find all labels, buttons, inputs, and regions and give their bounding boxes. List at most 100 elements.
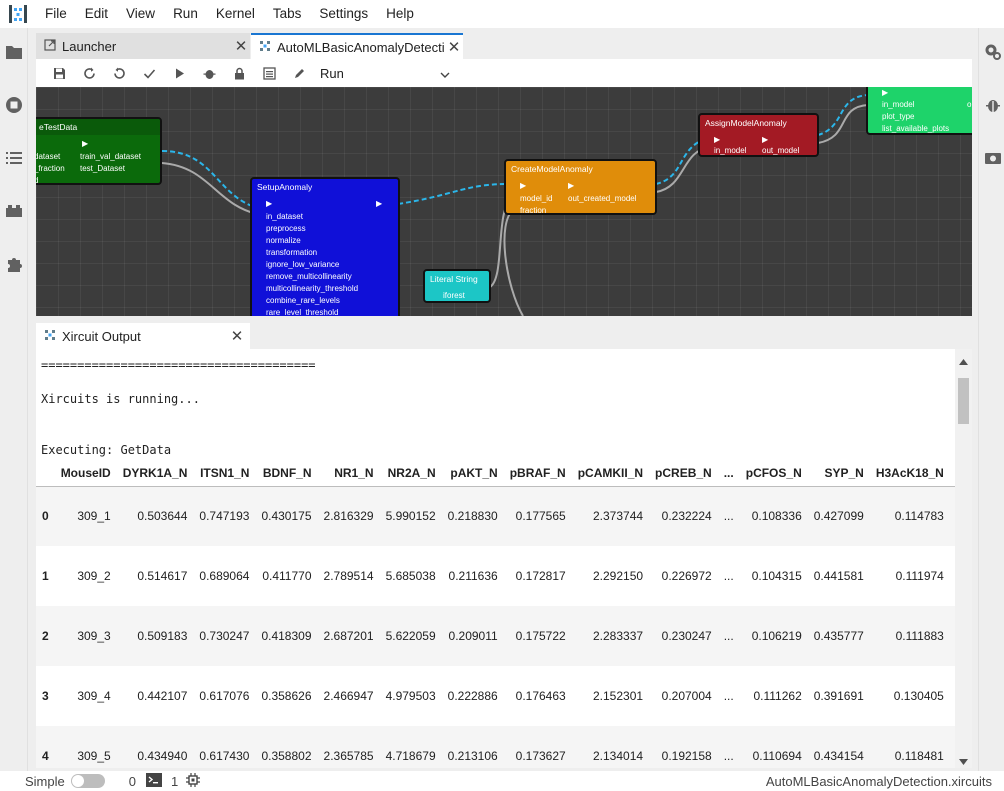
table-row: 2 309_3 0.509183 0.730247 0.418309 2.687… — [36, 606, 972, 666]
table-cell: 0.617430 — [193, 726, 256, 768]
menu-settings[interactable]: Settings — [310, 0, 377, 28]
xircuits-canvas[interactable]: eTestData ▶ dataset _fraction d train_va… — [36, 87, 972, 316]
terminal-icon[interactable] — [145, 772, 162, 790]
close-icon[interactable]: ✕ — [445, 38, 463, 56]
flow-in-triangle-icon: ▶ — [520, 181, 527, 190]
running-stop-icon[interactable] — [4, 95, 24, 115]
table-cell: 5.990152 — [379, 486, 442, 546]
node-plot-model[interactable]: ▶ in_model plot_type list_available_plot… — [866, 87, 972, 135]
compile-refresh-icon[interactable] — [74, 59, 104, 87]
simple-mode-toggle[interactable] — [70, 774, 105, 788]
kernel-chip-icon[interactable] — [186, 772, 201, 790]
node-create-model-anomaly[interactable]: CreateModelAnomaly ▶ ▶ model_id fraction… — [504, 159, 657, 215]
run-play-icon[interactable] — [164, 59, 194, 87]
column-header: ITSN1_N — [193, 460, 256, 487]
table-row: 0 309_1 0.503644 0.747193 0.430175 2.816… — [36, 486, 972, 546]
menu-bar: File Edit View Run Kernel Tabs Settings … — [0, 0, 1004, 28]
menu-edit[interactable]: Edit — [76, 0, 117, 28]
port-label: plot_type — [882, 112, 915, 121]
table-cell: 0.226972 — [661, 569, 712, 583]
table-cell: 0.118481 — [869, 726, 950, 768]
folder-icon[interactable] — [4, 42, 24, 62]
column-header: ... — [717, 460, 740, 487]
column-header: pBRAF_N — [503, 460, 572, 487]
table-cell: 0.211636 — [448, 569, 498, 583]
dataframe-table: MouseID DYRK1A_N ITSN1_N BDNF_N NR1_N NR… — [36, 460, 972, 768]
launcher-icon — [44, 38, 56, 54]
literal-value: iforest — [443, 291, 465, 300]
table-cell: ... — [717, 486, 740, 546]
log-list-icon[interactable] — [254, 59, 284, 87]
row-index: 2 — [36, 606, 55, 666]
close-icon[interactable]: ✕ — [232, 37, 250, 55]
table-cell: 2.466947 — [323, 689, 374, 703]
current-file-name: AutoMLBasicAnomalyDetection.xircuits — [765, 773, 992, 789]
flow-out-triangle-icon: ▶ — [82, 139, 89, 148]
flow-in-triangle-icon: ▶ — [714, 135, 721, 144]
camera-icon[interactable] — [983, 148, 1003, 168]
menu-tabs[interactable]: Tabs — [264, 0, 311, 28]
output-separator: ====================================== — [41, 358, 316, 372]
column-header: H3AcK18_N — [869, 460, 950, 487]
tab-label: Launcher — [62, 38, 117, 54]
table-cell: 0.173627 — [503, 726, 572, 768]
port-label: transformation — [266, 248, 318, 257]
table-cell: 0.177565 — [503, 486, 572, 546]
scrollbar-thumb[interactable] — [958, 378, 969, 424]
table-cell: 0.358802 — [255, 726, 318, 768]
scroll-down-arrow-icon[interactable] — [959, 753, 968, 768]
table-cell: 0.108336 — [739, 486, 808, 546]
vertical-scrollbar[interactable] — [955, 349, 972, 768]
port-label: ignore_low_variance — [266, 260, 340, 269]
node-title: AssignModelAnomaly — [705, 118, 787, 128]
save-icon[interactable] — [44, 59, 74, 87]
table-cell: 0.222886 — [447, 689, 498, 703]
table-cell: 0.503644 — [116, 486, 194, 546]
table-row: 3 309_4 0.442107 0.617076 0.358626 2.466… — [36, 666, 972, 726]
table-cell: 0.411770 — [262, 569, 312, 583]
tab-label: Xircuit Output — [62, 328, 141, 344]
tab-xircuit-output[interactable]: Xircuit Output ✕ — [36, 323, 250, 349]
table-cell: 0.176463 — [515, 689, 566, 703]
table-cell: 0.172817 — [515, 569, 566, 583]
edit-pencil-icon[interactable] — [284, 59, 314, 87]
table-cell: 2.816329 — [317, 486, 380, 546]
tab-launcher[interactable]: Launcher ✕ — [36, 33, 250, 59]
menu-file[interactable]: File — [36, 0, 76, 28]
port-label: in_dataset — [266, 212, 303, 221]
output-panel[interactable]: ====================================== X… — [36, 349, 972, 768]
table-cell: 0.230247 — [649, 606, 718, 666]
menu-help[interactable]: Help — [377, 0, 423, 28]
node-assign-model-anomaly[interactable]: AssignModelAnomaly ▶ ▶ in_model out_mode… — [698, 113, 819, 157]
table-cell: 2.292150 — [592, 569, 644, 583]
menu-kernel[interactable]: Kernel — [207, 0, 264, 28]
column-header — [36, 460, 55, 487]
undo-icon[interactable] — [104, 59, 134, 87]
port-label: preprocess — [266, 224, 306, 233]
node-setup-anomaly[interactable]: SetupAnomaly ▶ ▶ in_dataset preprocess n… — [250, 177, 400, 316]
table-of-contents-icon[interactable] — [4, 148, 24, 168]
left-sidebar — [0, 28, 28, 771]
menu-run[interactable]: Run — [164, 0, 207, 28]
table-cell: 0.391691 — [813, 689, 864, 703]
column-header: BDNF_N — [255, 460, 318, 487]
check-icon[interactable] — [134, 59, 164, 87]
debug-bug-icon[interactable] — [194, 59, 224, 87]
component-library-icon[interactable] — [4, 201, 24, 221]
node-literal-string[interactable]: Literal String iforest — [423, 269, 491, 303]
property-inspector-gear-icon[interactable] — [983, 42, 1003, 62]
table-cell: 0.730247 — [193, 606, 256, 666]
debugger-bug-icon[interactable] — [983, 95, 1003, 115]
run-type-select[interactable]: Run — [320, 66, 450, 81]
scroll-up-arrow-icon[interactable] — [959, 353, 968, 368]
lock-icon[interactable] — [224, 59, 254, 87]
column-header: pCAMKII_N — [571, 460, 650, 487]
extension-puzzle-icon[interactable] — [4, 254, 24, 274]
table-cell: 0.114783 — [869, 486, 950, 546]
close-icon[interactable]: ✕ — [224, 327, 250, 345]
port-label: in_model — [714, 146, 747, 155]
tab-xircuits[interactable]: AutoMLBasicAnomalyDetecti ✕ — [251, 33, 463, 59]
table-cell: 5.685038 — [385, 569, 436, 583]
menu-view[interactable]: View — [117, 0, 164, 28]
node-get-test-data[interactable]: eTestData ▶ dataset _fraction d train_va… — [36, 117, 162, 185]
